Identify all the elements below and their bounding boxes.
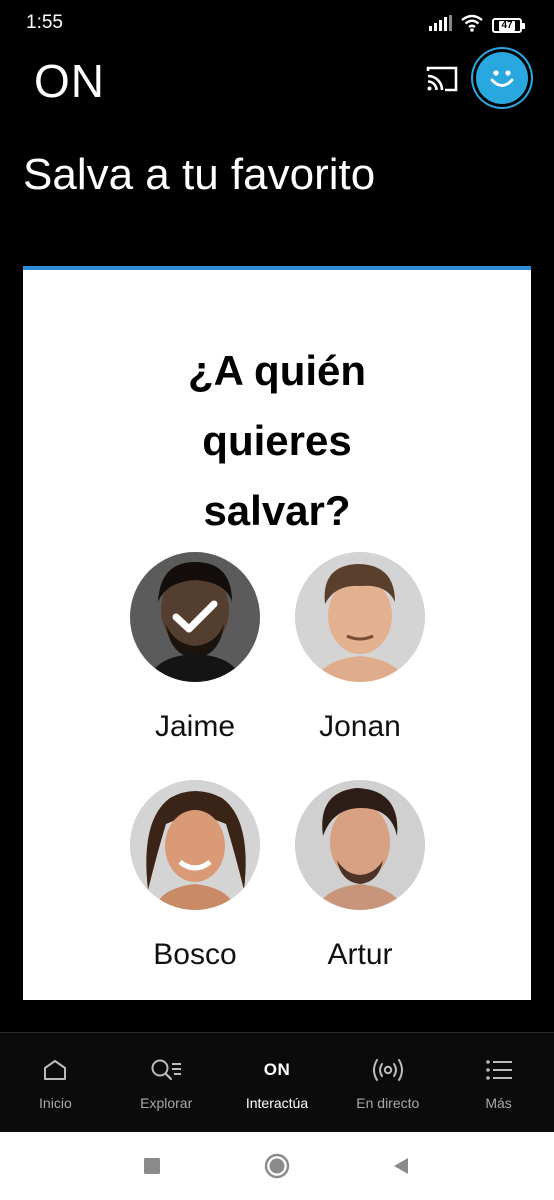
nav-label: Interactúa [245, 1095, 309, 1111]
bottom-nav: Inicio Explorar ON Interactúa En directo… [0, 1032, 554, 1132]
candidate-artur[interactable]: Artur [275, 780, 445, 972]
cast-icon [426, 66, 458, 92]
candidate-name: Jaime [154, 710, 236, 743]
nav-label: En directo [356, 1095, 420, 1111]
app-logo[interactable]: ON [34, 54, 105, 108]
person-portrait-icon [295, 552, 425, 682]
candidate-name: Jonan [319, 710, 401, 743]
profile-avatar-button[interactable] [476, 52, 528, 104]
candidate-photo[interactable] [130, 780, 260, 910]
candidate-name: Bosco [153, 938, 237, 971]
candidate-bosco[interactable]: Bosco [110, 780, 280, 972]
explore-icon [150, 1057, 182, 1083]
checkmark-icon [172, 600, 218, 633]
candidate-name: Artur [327, 938, 393, 971]
nav-item-inicio[interactable]: Inicio [0, 1033, 111, 1132]
on-logo-icon: ON [264, 1057, 291, 1083]
poll-question: ¿A quién quieres salvar? [23, 336, 531, 546]
system-home-button[interactable] [264, 1153, 290, 1179]
on-logo-text: ON [263, 1060, 291, 1079]
person-portrait-icon [130, 780, 260, 910]
recents-icon [144, 1158, 160, 1174]
nav-item-interactua[interactable]: ON Interactúa [222, 1033, 333, 1132]
nav-item-explorar[interactable]: Explorar [111, 1033, 222, 1132]
poll-question-line: salvar? [203, 487, 351, 534]
back-button[interactable] [388, 1153, 414, 1179]
page-title: Salva a tu favorito [23, 150, 376, 199]
nav-item-mas[interactable]: Más [443, 1033, 554, 1132]
battery-icon: 47 [492, 18, 525, 33]
back-icon [394, 1158, 408, 1174]
screen: 1:55 47 ON Salva a tu favorito ¿A quién … [0, 0, 554, 1200]
nav-label: Explorar [140, 1095, 193, 1111]
candidate-jonan[interactable]: Jonan [275, 552, 445, 744]
menu-list-icon [485, 1057, 513, 1083]
candidate-jaime[interactable]: Jaime [110, 552, 280, 744]
poll-question-line: quieres [202, 417, 352, 464]
system-nav-bar [0, 1132, 554, 1200]
selected-overlay [130, 552, 260, 682]
home-icon [42, 1057, 68, 1083]
signal-icon [428, 15, 452, 36]
candidate-photo[interactable] [295, 780, 425, 910]
status-icons: 47 [428, 14, 525, 37]
nav-item-en-directo[interactable]: En directo [332, 1033, 443, 1132]
wifi-icon [460, 14, 484, 37]
app-header: ON [0, 48, 554, 112]
status-bar: 1:55 47 [0, 0, 554, 48]
recents-button[interactable] [139, 1153, 165, 1179]
candidate-photo[interactable] [295, 552, 425, 682]
smiley-icon [490, 70, 514, 87]
poll-question-line: ¿A quién [187, 347, 367, 394]
status-time: 1:55 [26, 12, 63, 33]
home-circle-icon [264, 1153, 290, 1179]
nav-label: Inicio [39, 1095, 72, 1111]
person-portrait-icon [295, 780, 425, 910]
candidate-photo[interactable] [130, 552, 260, 682]
poll-card: ¿A quién quieres salvar? Jaime Jonan Bos… [23, 266, 531, 1000]
battery-level: 47 [499, 19, 515, 31]
nav-label: Más [485, 1095, 512, 1111]
cast-button[interactable] [422, 62, 462, 96]
live-broadcast-icon [371, 1057, 405, 1083]
